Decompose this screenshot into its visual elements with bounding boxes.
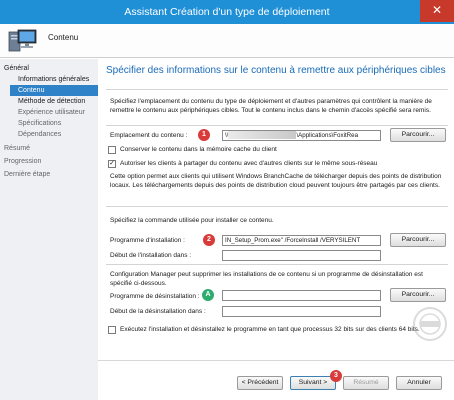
next-button[interactable]: Suivant > <box>290 376 336 390</box>
sidebar-item-completion[interactable]: Dernière étape <box>4 169 50 180</box>
sidebar-item-dependencies[interactable]: Dépendances <box>18 129 61 140</box>
step-badge-2: 2 <box>203 234 215 246</box>
uninstall-start-label: Début de la désinstallation dans : <box>110 308 206 315</box>
allow-share-label: Autoriser les clients à partager du cont… <box>120 160 378 167</box>
step-badge-a: A <box>202 289 214 301</box>
install-program-label: Programme d'installation : <box>110 237 185 244</box>
title-bar: Assistant Création d'un type de déploiem… <box>0 0 454 24</box>
window-title: Assistant Création d'un type de déploiem… <box>124 6 330 18</box>
persist-cache-checkbox[interactable] <box>108 146 116 154</box>
divider <box>106 206 448 207</box>
intro-text: Spécifiez l'emplacement du contenu du ty… <box>110 98 432 114</box>
persist-cache-label: Conserver le contenu dans la mémoire cac… <box>120 146 277 153</box>
previous-button[interactable]: < Précédent <box>237 376 283 390</box>
page-banner: Contenu <box>0 24 454 58</box>
browse-install-button[interactable]: Parcourir... <box>390 233 446 247</box>
computer-icon <box>8 29 37 52</box>
uninstall-intro: Configuration Manager peut supprimer les… <box>110 271 423 287</box>
uninstall-program-input[interactable] <box>222 290 381 301</box>
summary-button[interactable]: Résumé <box>343 376 389 390</box>
content-location-suffix: \Applications\FoxitRea <box>296 132 359 139</box>
page-heading: Spécifier des informations sur le conten… <box>106 65 446 76</box>
banner-title: Contenu <box>48 33 79 42</box>
install-start-label: Début de l'installation dans : <box>110 252 192 259</box>
wizard-steps-sidebar: Général Informations générales Contenu M… <box>0 59 98 400</box>
sidebar-item-requirements[interactable]: Spécifications <box>18 118 61 129</box>
redacted-server-path <box>228 131 297 140</box>
uninstall-start-input[interactable] <box>222 306 381 317</box>
run-32bit-label: Exécutez l'installation et désinstallez … <box>120 326 420 333</box>
install-start-input[interactable] <box>222 250 381 261</box>
divider <box>106 264 448 265</box>
divider <box>106 89 448 90</box>
sidebar-item-general[interactable]: Général <box>4 63 29 74</box>
sidebar-item-detection-method[interactable]: Méthode de détection <box>18 96 85 107</box>
sidebar-item-summary[interactable]: Résumé <box>4 143 30 154</box>
install-section-title: Spécifiez la commande utilisée pour inst… <box>110 217 274 224</box>
divider <box>106 125 448 126</box>
step-badge-1: 1 <box>198 129 210 141</box>
sidebar-item-user-experience[interactable]: Expérience utilisateur <box>18 107 85 118</box>
footer-divider <box>98 360 454 361</box>
browse-content-button[interactable]: Parcourir... <box>390 128 446 142</box>
content-location-label: Emplacement du contenu : <box>110 132 188 139</box>
sidebar-item-content[interactable]: Contenu <box>10 85 98 96</box>
content-location-input[interactable]: \\ \Applications\FoxitRea <box>222 130 381 141</box>
sidebar-item-progress[interactable]: Progression <box>4 156 41 167</box>
close-button[interactable]: ✕ <box>420 0 454 22</box>
sidebar-item-general-info[interactable]: Informations générales <box>18 74 89 85</box>
uninstall-program-label: Programme de désinstallation : <box>110 293 200 300</box>
install-program-input[interactable]: IN_Setup_Prom.exe" /ForceInstall /VERYSI… <box>222 235 381 246</box>
step-badge-3: 3 <box>330 370 342 382</box>
browse-uninstall-button[interactable]: Parcourir... <box>390 288 446 302</box>
run-32bit-checkbox[interactable] <box>108 326 116 334</box>
content-pane: Spécifier des informations sur le conten… <box>98 59 454 400</box>
branchcache-text: Cette option permet aux clients qui util… <box>110 173 442 189</box>
allow-share-checkbox[interactable]: ✓ <box>108 160 116 168</box>
watermark-logo <box>413 307 447 341</box>
cancel-button[interactable]: Annuler <box>396 376 442 390</box>
